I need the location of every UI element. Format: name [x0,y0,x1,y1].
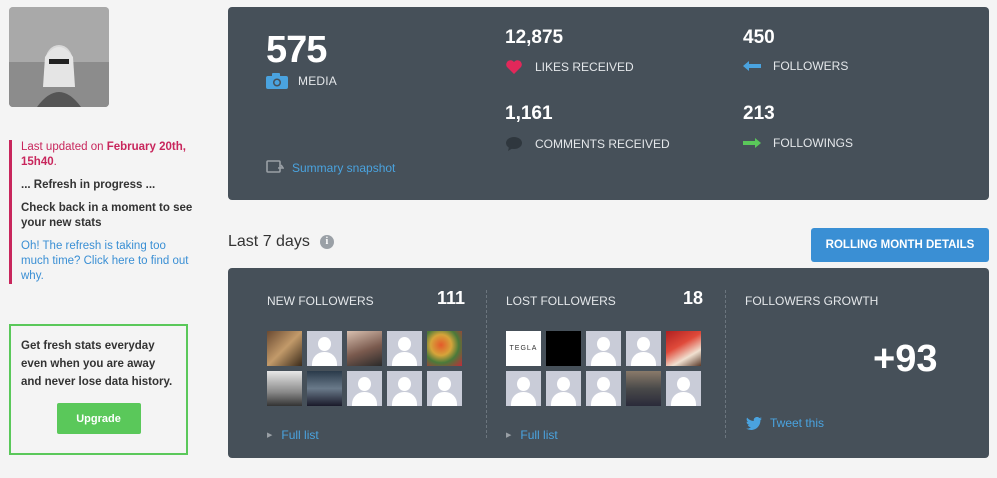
new-followers-grid [267,331,462,406]
summary-panel: 575 MEDIA 12,875 LIKES RECEIVED 1,161 CO… [228,7,989,200]
follower-avatar-placeholder[interactable] [387,331,422,366]
followings-label: FOLLOWINGS [773,136,854,150]
summary-snapshot-link[interactable]: Summary snapshot [266,160,395,175]
snapshot-label: Summary snapshot [292,160,396,175]
follower-avatar-placeholder[interactable] [626,331,661,366]
follower-avatar-placeholder[interactable] [347,371,382,406]
full-list-label: Full list [520,428,558,442]
comment-bubble-icon [505,136,523,152]
media-count: 575 [266,29,327,71]
new-followers-full-list-link[interactable]: ▶ Full list [267,428,319,442]
follower-avatar-placeholder[interactable] [546,371,581,406]
follower-avatar[interactable] [546,331,581,366]
promo-text: Get fresh stats everyday even when you a… [21,340,173,388]
likes-label-row: LIKES RECEIVED [505,59,634,75]
full-list-label: Full list [281,428,319,442]
info-icon[interactable]: i [319,235,334,249]
media-label: MEDIA [298,74,338,88]
new-followers-count: 111 [437,288,466,308]
arrow-right-icon [743,138,761,148]
lost-followers-label: LOST FOLLOWERS [506,294,616,308]
follower-avatar-placeholder[interactable] [666,371,701,406]
follower-avatar[interactable] [267,331,302,366]
rolling-month-details-button[interactable]: ROLLING MONTH DETAILS [811,228,989,262]
follower-avatar-placeholder[interactable] [307,331,342,366]
follower-avatar-placeholder[interactable] [506,371,541,406]
heart-icon [505,59,523,75]
media-label-row: MEDIA [266,73,337,89]
likes-label: LIKES RECEIVED [535,60,634,74]
comments-count: 1,161 [505,103,553,124]
follower-avatar[interactable]: TEGLA [506,331,541,366]
followers-label-row: FOLLOWERS [743,59,848,73]
profile-avatar[interactable] [9,7,109,107]
followers-growth-label: FOLLOWERS GROWTH [745,294,879,308]
camera-icon [266,73,288,89]
new-followers-label: NEW FOLLOWERS [267,294,374,308]
follower-avatar[interactable] [666,331,701,366]
followers-label: FOLLOWERS [773,59,849,73]
upgrade-promo: Get fresh stats everyday even when you a… [9,324,188,455]
likes-count: 12,875 [505,27,564,48]
followers-count: 450 [743,27,775,48]
follower-avatar[interactable] [267,371,302,406]
tweet-this-link[interactable]: Tweet this [746,416,824,430]
arrow-left-icon [743,61,761,71]
column-divider [486,290,487,438]
follower-avatar-placeholder[interactable] [586,371,621,406]
comments-label: COMMENTS RECEIVED [535,137,670,151]
triangle-right-icon: ▶ [506,432,512,439]
twitter-bird-icon [746,416,762,430]
snapshot-icon [266,160,284,175]
triangle-right-icon: ▶ [267,432,273,439]
tweet-label: Tweet this [770,416,825,430]
follower-avatar-placeholder[interactable] [387,371,422,406]
lost-followers-count: 18 [683,288,704,308]
follower-avatar-placeholder[interactable] [586,331,621,366]
lost-followers-grid: TEGLA [506,331,701,406]
column-divider [725,290,726,438]
follower-avatar[interactable] [347,331,382,366]
lost-followers-full-list-link[interactable]: ▶ Full list [506,428,558,442]
follower-avatar-placeholder[interactable] [427,371,462,406]
refresh-progress-text: ... Refresh in progress ... [21,179,156,191]
last-7-days-title: Last 7 days i [228,233,334,251]
follower-avatar[interactable] [427,331,462,366]
section-title-text: Last 7 days [228,233,310,250]
comments-label-row: COMMENTS RECEIVED [505,136,670,152]
follower-avatar[interactable] [307,371,342,406]
followings-count: 213 [743,103,775,124]
follower-avatar[interactable] [626,371,661,406]
check-back-text: Check back in a moment to see your new s… [21,202,193,229]
last-updated-text: Last updated on February 20th, 15h40. [21,141,186,168]
update-status: Last updated on February 20th, 15h40. ..… [9,140,194,284]
upgrade-button[interactable]: Upgrade [56,403,141,434]
followings-label-row: FOLLOWINGS [743,136,853,150]
followers-growth-value: +93 [873,338,938,380]
last-7-days-panel: NEW FOLLOWERS 111 ▶ Full list LOST FOLLO… [228,268,989,458]
refresh-help-link[interactable]: Oh! The refresh is taking too much time?… [21,239,194,284]
